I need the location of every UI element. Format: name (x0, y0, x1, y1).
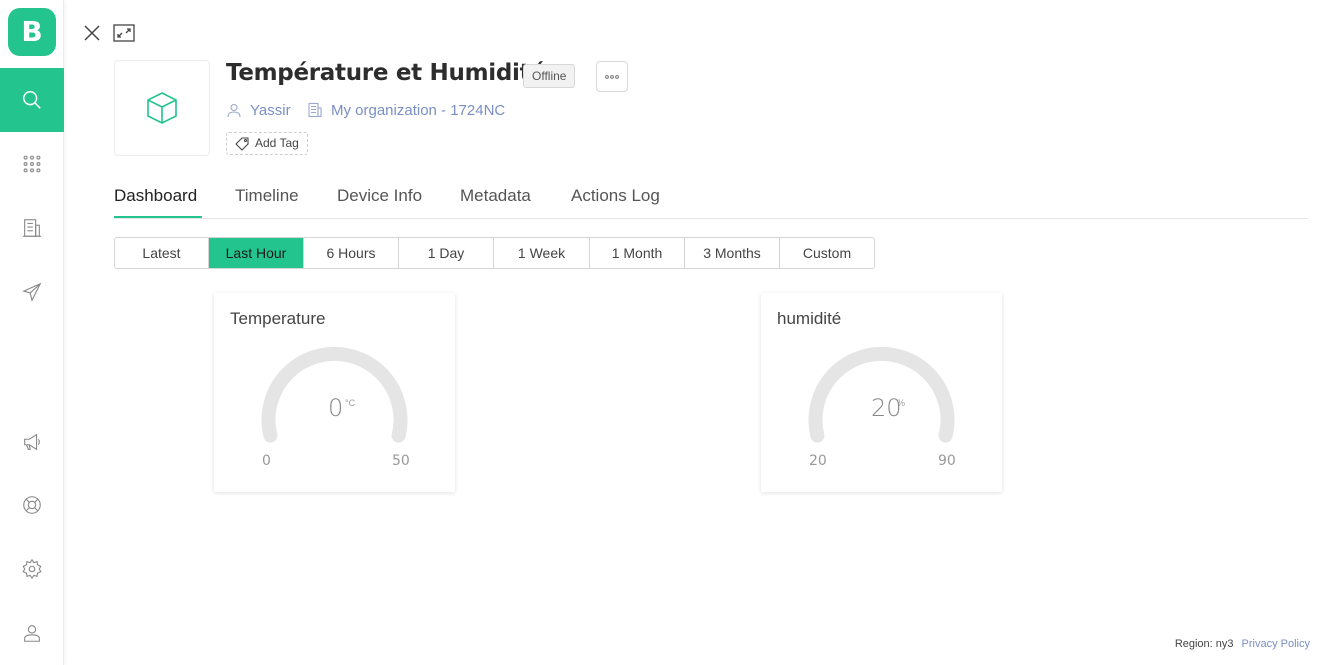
minimize-icon (113, 24, 135, 42)
tag-icon (235, 137, 249, 151)
cube-icon (147, 92, 177, 124)
sidebar-item-search[interactable] (0, 68, 64, 132)
range-last-hour[interactable]: Last Hour (209, 238, 304, 268)
more-horizontal-icon (605, 74, 619, 79)
range-1-day[interactable]: 1 Day (399, 238, 494, 268)
status-badge: Offline (523, 64, 576, 88)
sidebar-item-help[interactable] (0, 473, 64, 537)
time-range-selector: Latest Last Hour 6 Hours 1 Day 1 Week 1 … (114, 237, 875, 269)
range-1-week[interactable]: 1 Week (494, 238, 590, 268)
gauge-min: 0 (262, 453, 271, 469)
tab-device-info[interactable]: Device Info (337, 186, 422, 206)
sidebar-item-profile[interactable] (0, 601, 64, 665)
tab-dashboard[interactable]: Dashboard (114, 186, 197, 206)
building-icon (22, 219, 42, 237)
tab-metadata[interactable]: Metadata (460, 186, 531, 206)
active-tab-indicator (114, 216, 202, 218)
gear-icon (22, 558, 42, 580)
gauge-unit: °C (345, 398, 356, 408)
tab-timeline[interactable]: Timeline (235, 186, 299, 206)
organization-name: My organization - 1724NC (331, 101, 506, 119)
search-icon (23, 91, 41, 109)
footer: Region: ny3 Privacy Policy (1175, 638, 1310, 650)
user-icon (24, 625, 40, 642)
sidebar-item-settings[interactable] (0, 537, 64, 601)
region-label: Region: ny3 (1174, 638, 1234, 650)
close-icon (84, 25, 100, 41)
privacy-policy-link[interactable]: Privacy Policy (1242, 638, 1310, 650)
owner-link[interactable]: Yassir (226, 100, 291, 120)
gauge-max: 50 (392, 453, 410, 469)
user-icon (227, 103, 241, 118)
humidity-gauge (808, 346, 955, 443)
range-1-month[interactable]: 1 Month (590, 238, 685, 268)
range-6-hours[interactable]: 6 Hours (304, 238, 399, 268)
gauge-min: 20 (809, 453, 827, 469)
more-options-button[interactable] (596, 61, 628, 92)
app-logo[interactable]: B (8, 8, 56, 56)
add-tag-label: Add Tag (255, 136, 299, 150)
organization-link[interactable]: My organization - 1724NC (307, 100, 505, 120)
add-tag-button[interactable]: Add Tag (226, 132, 308, 155)
temperature-gauge (261, 346, 408, 443)
gauge-value: 0 (328, 394, 344, 422)
gauge-max: 90 (938, 453, 956, 469)
gauge-unit: % (897, 398, 906, 408)
paper-plane-icon (22, 282, 42, 302)
sidebar-item-send[interactable] (0, 260, 64, 324)
sidebar-item-organizations[interactable] (0, 196, 64, 260)
tab-actions-log[interactable]: Actions Log (571, 186, 660, 206)
temperature-widget[interactable]: Temperature 0 °C 0 50 (214, 293, 455, 492)
close-button[interactable] (81, 22, 103, 44)
lifebuoy-icon (23, 496, 41, 514)
range-custom[interactable]: Custom (780, 238, 874, 268)
owner-name: Yassir (250, 101, 291, 119)
range-latest[interactable]: Latest (115, 238, 209, 268)
building-icon (308, 102, 322, 118)
megaphone-icon (24, 433, 40, 451)
range-3-months[interactable]: 3 Months (685, 238, 780, 268)
tab-bar: Dashboard Timeline Device Info Metadata … (114, 182, 1308, 219)
collapse-button[interactable] (113, 22, 135, 44)
humidity-widget[interactable]: humidité 20 % 20 90 (761, 293, 1002, 492)
sidebar-item-apps[interactable] (0, 132, 64, 196)
sidebar-item-announcements[interactable] (0, 410, 64, 474)
sidebar: B (0, 0, 64, 665)
grid-icon (23, 155, 41, 173)
device-icon-box (114, 60, 210, 156)
device-title: Température et Humidité (226, 60, 546, 86)
